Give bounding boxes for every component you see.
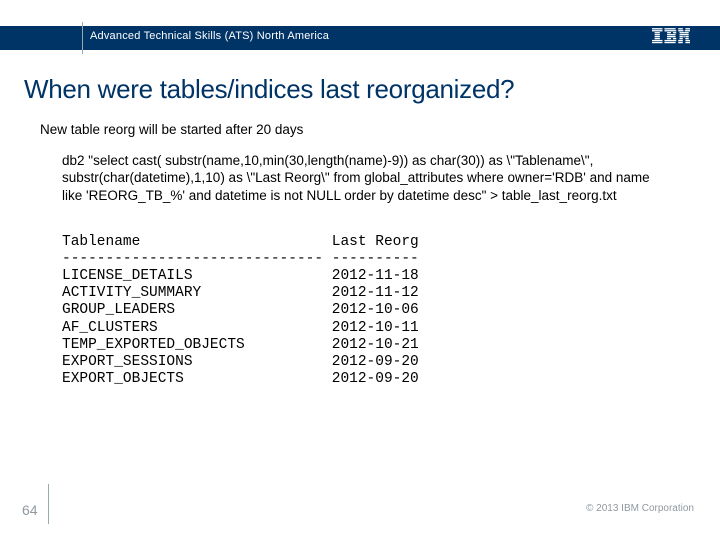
header-separator [82, 22, 83, 54]
page-title: When were tables/indices last reorganize… [24, 74, 514, 105]
footer-separator [48, 484, 49, 524]
sql-command: db2 "select cast( substr(name,10,min(30,… [62, 152, 652, 204]
header-org-text: Advanced Technical Skills (ATS) North Am… [90, 30, 329, 42]
copyright-text: © 2013 IBM Corporation [586, 503, 694, 514]
output-table: Tablename Last Reorg -------------------… [62, 234, 419, 388]
page-number: 64 [22, 502, 38, 518]
ibm-logo-icon [652, 28, 690, 44]
subtitle-text: New table reorg will be started after 20… [40, 122, 303, 137]
slide: Advanced Technical Skills (ATS) North Am… [0, 0, 720, 540]
